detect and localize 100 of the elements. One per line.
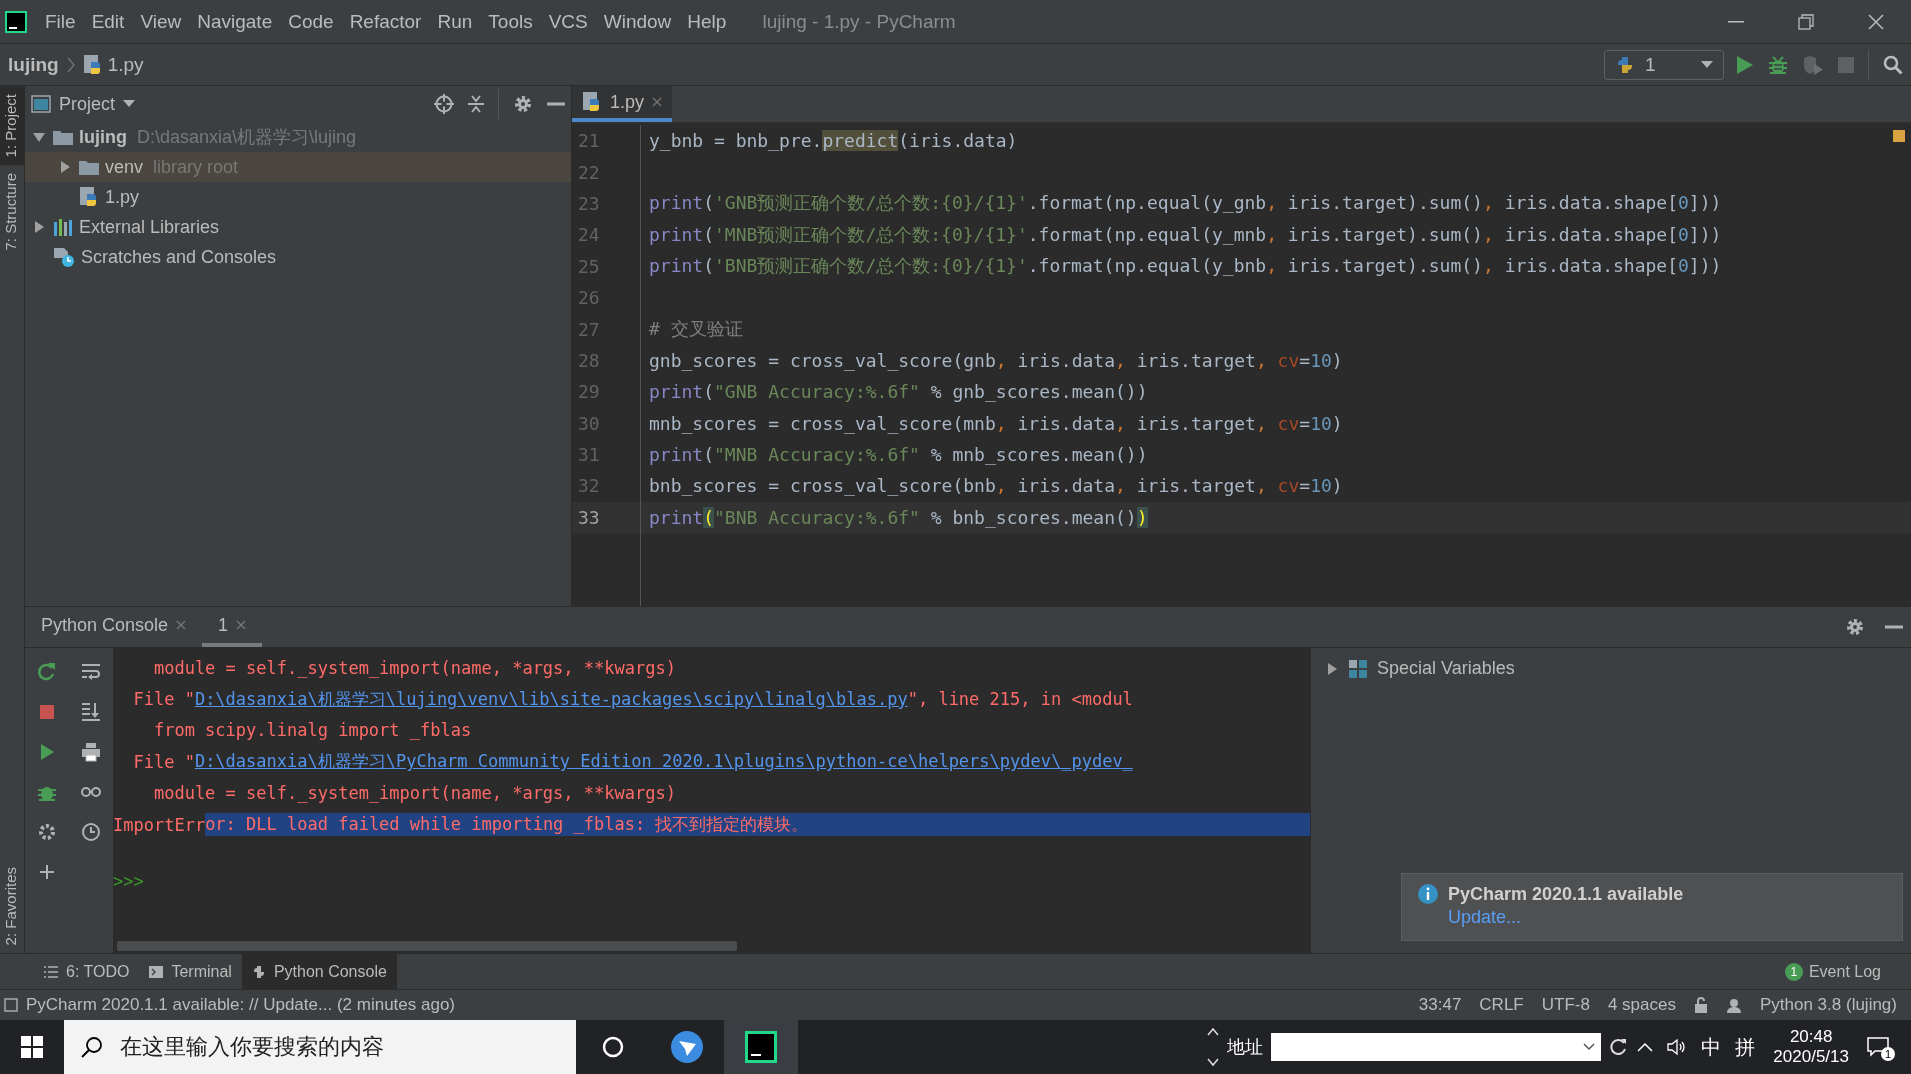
console-output-line: File "D:\dasanxia\机器学习\lujing\venv\lib\site-packages\scipy\linalg\blas.py", line 215, in <modul bbox=[132, 686, 1134, 713]
app-icon[interactable] bbox=[670, 1030, 704, 1064]
code-line: mnb_scores = cross_val_score(mnb, iris.data, iris.target, cv=10) bbox=[649, 412, 1343, 434]
search-icon[interactable] bbox=[1883, 54, 1903, 75]
debug-icon[interactable] bbox=[1768, 54, 1788, 75]
warning-marker-icon[interactable] bbox=[1893, 130, 1905, 142]
print-icon[interactable] bbox=[81, 742, 101, 762]
soft-wrap-icon[interactable] bbox=[81, 662, 101, 682]
inspector-icon[interactable] bbox=[1725, 997, 1742, 1013]
expand-arrow-icon[interactable] bbox=[32, 220, 46, 234]
expand-arrow-icon[interactable] bbox=[58, 160, 72, 174]
clock-time[interactable]: 20:48 bbox=[1789, 1027, 1833, 1047]
menu-item[interactable]: Run bbox=[429, 10, 481, 33]
menu-item[interactable]: Refactor bbox=[341, 10, 430, 33]
line-number: 22 bbox=[577, 161, 601, 183]
breadcrumb[interactable]: lujing bbox=[8, 53, 59, 76]
line-number: 28 bbox=[577, 349, 601, 371]
taskbar-search-field[interactable]: 在这里输入你要搜索的内容 bbox=[118, 1033, 542, 1061]
menu-item[interactable]: Tools bbox=[480, 10, 541, 33]
line-number: 27 bbox=[577, 318, 601, 340]
action-center-icon[interactable] bbox=[1867, 1037, 1889, 1057]
refresh-icon[interactable] bbox=[1609, 1038, 1628, 1056]
breadcrumb[interactable]: 1.py bbox=[82, 53, 144, 76]
tree-item[interactable]: venv library root bbox=[25, 152, 571, 182]
menu-item[interactable]: VCS bbox=[540, 10, 596, 33]
console-prompt[interactable]: >>> bbox=[113, 871, 1310, 892]
collapse-all-icon[interactable] bbox=[468, 95, 484, 113]
line-number: 32 bbox=[577, 475, 601, 497]
add-icon[interactable] bbox=[37, 862, 57, 882]
python-icon bbox=[1615, 54, 1635, 75]
panel-title[interactable]: Project bbox=[59, 93, 116, 115]
menu-item[interactable]: Help bbox=[679, 10, 735, 33]
app-logo-icon[interactable] bbox=[5, 10, 27, 33]
collapse-arrow-icon[interactable] bbox=[32, 130, 46, 144]
menu-item[interactable]: Navigate bbox=[189, 10, 281, 33]
tool-window-tab[interactable]: Python Console bbox=[241, 954, 397, 989]
code-line: # 交叉验证 bbox=[649, 317, 743, 342]
status-item[interactable]: Python 3.8 (lujing) bbox=[1759, 995, 1897, 1015]
python-file-icon bbox=[79, 186, 99, 208]
locate-icon[interactable] bbox=[434, 94, 454, 114]
restore-icon[interactable] bbox=[1798, 13, 1814, 30]
ide-app-icon[interactable] bbox=[745, 1031, 777, 1063]
tool-window-tab[interactable]: Terminal bbox=[139, 954, 242, 989]
file-link[interactable]: D:\dasanxia\机器学习\PyCharm Community Edition 2020.1\plugins\python-ce\helpers\pydev\_pydev_ bbox=[194, 750, 1133, 774]
run-icon[interactable] bbox=[1736, 54, 1754, 75]
scroll-to-end-icon[interactable] bbox=[81, 702, 101, 722]
code-line: bnb_scores = cross_val_score(bnb, iris.data, iris.target, cv=10) bbox=[649, 475, 1343, 497]
close-icon[interactable] bbox=[1868, 13, 1884, 30]
status-item[interactable]: CRLF bbox=[1479, 995, 1524, 1015]
tree-item[interactable]: 1.py bbox=[25, 182, 571, 212]
menu-item[interactable]: Window bbox=[595, 10, 680, 33]
status-item[interactable]: 4 spaces bbox=[1607, 995, 1676, 1015]
menu-item[interactable]: View bbox=[132, 10, 190, 33]
window-title: lujing - 1.py - PyCharm bbox=[762, 10, 956, 33]
tool-window-tab[interactable]: 2: Favorites bbox=[0, 858, 24, 953]
status-toggle-icon[interactable] bbox=[4, 998, 18, 1012]
update-link[interactable]: Update... bbox=[1448, 907, 1684, 928]
notification-title: PyCharm 2020.1.1 available bbox=[1448, 884, 1684, 905]
status-item[interactable]: UTF-8 bbox=[1541, 995, 1590, 1015]
input-method-indicator[interactable]: 拼 bbox=[1735, 1033, 1756, 1061]
line-number: 29 bbox=[577, 381, 601, 403]
menu-item[interactable]: Edit bbox=[83, 10, 133, 33]
settings-icon[interactable] bbox=[513, 94, 533, 114]
menu-item[interactable]: Code bbox=[280, 10, 342, 33]
event-log-tab[interactable]: 1 Event Log bbox=[1784, 962, 1881, 981]
show-hidden-icons-icon[interactable] bbox=[1637, 1042, 1654, 1052]
tree-item[interactable]: lujing D:\dasanxia\机器学习\lujing bbox=[25, 122, 571, 152]
settings-icon[interactable] bbox=[1845, 617, 1865, 637]
run-configuration-dropdown[interactable]: 1 bbox=[1604, 49, 1724, 80]
close-icon[interactable] bbox=[652, 97, 663, 107]
stop-icon[interactable] bbox=[37, 702, 57, 722]
tool-window-tab[interactable]: 6: TODO bbox=[34, 954, 140, 989]
dropdown-caret-icon[interactable] bbox=[123, 100, 136, 108]
menu-item[interactable]: File bbox=[37, 10, 84, 33]
tool-window-tab[interactable]: 7: Structure bbox=[0, 165, 24, 259]
lock-icon[interactable] bbox=[1693, 997, 1708, 1013]
scroll-arrows-icon[interactable] bbox=[1207, 1027, 1220, 1067]
tool-window-tab[interactable]: 1: Project bbox=[0, 86, 24, 166]
rerun-icon[interactable] bbox=[37, 662, 57, 682]
clock-date[interactable]: 2020/5/13 bbox=[1773, 1047, 1849, 1067]
start-icon[interactable] bbox=[21, 1036, 43, 1058]
expand-arrow-icon[interactable] bbox=[1325, 661, 1339, 676]
console-tab[interactable]: Python Console bbox=[25, 607, 203, 647]
dropdown-caret-icon bbox=[1701, 60, 1713, 69]
editor-tab[interactable]: 1.py bbox=[572, 86, 673, 122]
input-method-indicator[interactable]: 中 bbox=[1701, 1033, 1722, 1061]
volume-icon[interactable] bbox=[1667, 1038, 1688, 1056]
cortana-icon[interactable] bbox=[602, 1036, 624, 1058]
tree-item[interactable]: Scratches and Consoles bbox=[25, 242, 571, 272]
folder-icon bbox=[79, 159, 99, 175]
settings-icon[interactable] bbox=[37, 822, 57, 842]
chevron-icon bbox=[66, 56, 75, 73]
address-field[interactable] bbox=[1271, 1033, 1602, 1061]
variable-item[interactable]: Special Variables bbox=[1311, 648, 1911, 689]
status-item[interactable]: 33:47 bbox=[1418, 995, 1462, 1015]
history-icon[interactable] bbox=[81, 822, 101, 842]
tree-item[interactable]: External Libraries bbox=[25, 212, 571, 242]
scrollbar[interactable] bbox=[117, 941, 737, 951]
file-link[interactable]: D:\dasanxia\机器学习\lujing\venv\lib\site-packages\scipy\linalg\blas.py bbox=[194, 687, 908, 711]
taskbar-search-box[interactable]: 在这里输入你要搜索的内容 bbox=[64, 1020, 576, 1074]
